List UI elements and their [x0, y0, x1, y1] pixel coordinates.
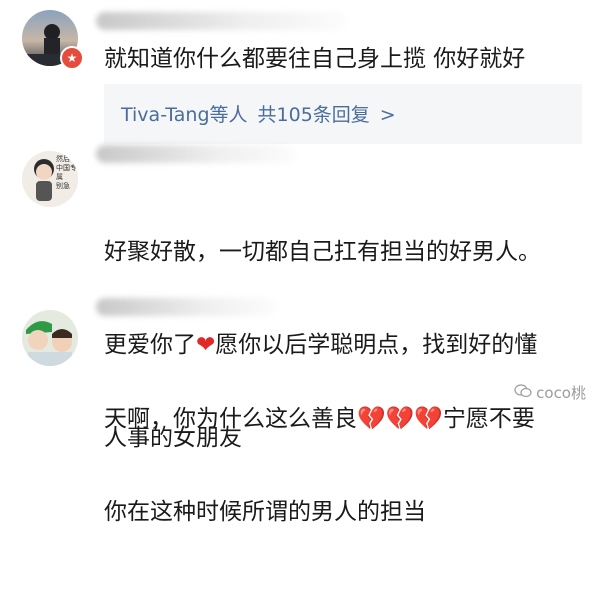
comment-text: 就知道你什么都要往自己身上揽 你好就好: [104, 46, 526, 72]
broken-heart-icon: 💔: [385, 406, 415, 432]
reply-summary-line[interactable]: Tiva-Tang等人 共105条回复 >: [121, 100, 406, 127]
verified-badge-icon: ★: [60, 46, 84, 70]
username-blurred[interactable]: [96, 298, 276, 316]
chevron-right-icon[interactable]: >: [380, 104, 396, 126]
reply-count[interactable]: 共105条回复: [258, 104, 370, 126]
broken-heart-icon: 💔: [414, 406, 443, 432]
reply-summary[interactable]: Tiva-Tang等人 共105条回复 >: [104, 84, 582, 144]
avatar-image: [22, 310, 78, 366]
watermark-text: coco桃: [536, 384, 586, 402]
username-blurred[interactable]: [96, 145, 296, 163]
comment-line-1: 好聚好散，一切都自己扛有担当的好男人。: [104, 239, 541, 265]
comment-line-1: 天啊，你为什么这么善良💔💔💔宁愿不要: [104, 406, 535, 432]
reply-users[interactable]: Tiva-Tang等人: [121, 104, 248, 126]
username-blurred[interactable]: [96, 12, 346, 30]
watermark: coco桃: [514, 382, 586, 403]
wechat-icon: [514, 384, 532, 402]
avatar-caption: 然后 中国专属 别急: [56, 155, 77, 190]
comment-3: 天啊，你为什么这么善良💔💔💔宁愿不要 你在这种时候所谓的男人的担当: [0, 290, 600, 525]
comment-2: 然后 中国专属 别急 好聚好散，一切都自己扛有担当的好男人。 更爱你了❤愿你以后…: [0, 145, 600, 451]
avatar[interactable]: 然后 中国专属 别急: [22, 151, 78, 207]
comment-text: 天啊，你为什么这么善良💔💔💔宁愿不要 你在这种时候所谓的男人的担当: [104, 342, 584, 590]
avatar[interactable]: [22, 310, 78, 366]
broken-heart-icon: 💔: [357, 406, 386, 432]
comment-1: ★ 就知道你什么都要往自己身上揽 你好就好 Tiva-Tang等人 共105条回复…: [0, 0, 600, 150]
comment-line-2: 你在这种时候所谓的男人的担当: [104, 499, 426, 525]
